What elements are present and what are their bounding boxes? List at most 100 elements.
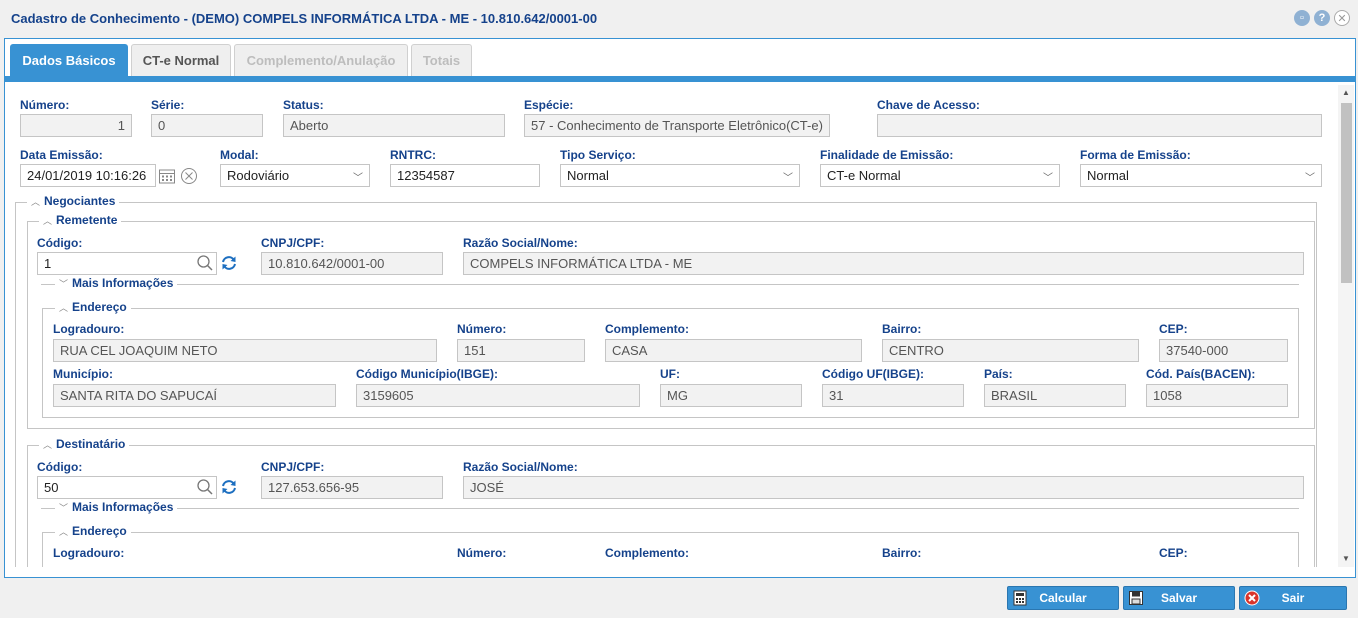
modal-select[interactable]: Rodoviário ﹀ [220,164,370,187]
salvar-button[interactable]: Salvar [1123,586,1235,610]
remetente-endereco-legend[interactable]: ︿ Endereço [55,300,131,314]
destinatario-logradouro-label: Logradouro: [53,546,125,560]
modal-value: Rodoviário [227,168,290,183]
especie-field[interactable]: 57 - Conhecimento de Transporte Eletrôni… [524,114,830,137]
destinatario-cnpj-field[interactable]: 127.653.656-95 [261,476,443,499]
destinatario-codigo-field[interactable]: 50 [37,476,217,499]
calendar-icon[interactable] [157,166,177,186]
window-controls: ▫ ? ✕ [1294,10,1350,26]
especie-label: Espécie: [524,98,574,112]
cod-pais-field[interactable]: 1058 [1146,384,1288,407]
form-content: Número: 1 Série: 0 Status: Aberto Espéci… [5,82,1327,567]
destinatario-legend[interactable]: ︿ Destinatário [39,437,130,451]
data-emissao-field[interactable]: 24/01/2019 10:16:26 [20,164,156,187]
bairro-label: Bairro: [882,322,922,336]
chevron-down-icon: ﹀ [59,502,69,513]
cep-field[interactable]: 37540-000 [1159,339,1288,362]
endereco-numero-field[interactable]: 151 [457,339,585,362]
remetente-legend[interactable]: ︿ Remetente [39,213,122,227]
forma-emissao-select[interactable]: Normal ﹀ [1080,164,1322,187]
data-emissao-label: Data Emissão: [20,148,103,162]
cep-label: CEP: [1159,322,1188,336]
finalidade-emissao-value: CT-e Normal [827,168,901,183]
remetente-codigo-field[interactable]: 1 [37,252,217,275]
tab-cte-normal[interactable]: CT-e Normal [131,44,231,76]
chave-acesso-label: Chave de Acesso: [877,98,980,112]
numero-field[interactable]: 1 [20,114,132,137]
mais-info-divider [41,284,1299,285]
destinatario-endereco-legend[interactable]: ︿ Endereço [55,524,131,538]
numero-label: Número: [20,98,70,112]
tipo-servico-select[interactable]: Normal ﹀ [560,164,800,187]
remetente-cnpj-field[interactable]: 10.810.642/0001-00 [261,252,443,275]
search-icon[interactable] [195,477,215,497]
tab-dados-basicos[interactable]: Dados Básicos [10,44,128,76]
remetente-codigo-label: Código: [37,236,83,250]
remetente-razao-label: Razão Social/Nome: [463,236,578,250]
scroll-down-icon[interactable]: ▼ [1341,554,1351,564]
endereco-numero-label: Número: [457,322,507,336]
scroll-up-icon[interactable]: ▲ [1341,88,1351,98]
destinatario-bairro-label: Bairro: [882,546,922,560]
refresh-icon[interactable] [219,253,239,273]
forma-emissao-value: Normal [1087,168,1129,183]
search-icon[interactable] [195,253,215,273]
calculator-icon [1012,590,1028,606]
chevron-down-icon: ﹀ [783,173,793,184]
title-bar: Cadastro de Conhecimento - (DEMO) COMPEL… [0,0,1358,36]
uf-field[interactable]: MG [660,384,802,407]
chevron-down-icon: ﹀ [1043,173,1053,184]
modal-label: Modal: [220,148,259,162]
save-icon [1128,590,1144,606]
chevron-up-icon: ︿ [43,215,53,226]
pais-field[interactable]: BRASIL [984,384,1126,407]
remetente-cnpj-label: CNPJ/CPF: [261,236,325,250]
destinatario-mais-info-legend[interactable]: ﹀ Mais Informações [55,500,178,514]
chevron-up-icon: ︿ [31,196,41,207]
chevron-down-icon: ﹀ [1305,173,1315,184]
destinatario-codigo-label: Código: [37,460,83,474]
chave-acesso-field[interactable] [877,114,1322,137]
finalidade-emissao-select[interactable]: CT-e Normal ﹀ [820,164,1060,187]
municipio-label: Município: [53,367,113,381]
remetente-razao-field[interactable]: COMPELS INFORMÁTICA LTDA - ME [463,252,1304,275]
status-field[interactable]: Aberto [283,114,505,137]
remetente-mais-info-legend[interactable]: ﹀ Mais Informações [55,276,178,290]
serie-field[interactable]: 0 [151,114,263,137]
cod-municipio-label: Código Município(IBGE): [356,367,498,381]
mais-info-divider [41,508,1299,509]
destinatario-razao-field[interactable]: JOSÉ [463,476,1304,499]
refresh-icon[interactable] [219,477,239,497]
serie-label: Série: [151,98,185,112]
forma-emissao-label: Forma de Emissão: [1080,148,1191,162]
pais-label: País: [984,367,1013,381]
tab-complemento-anulacao[interactable]: Complemento/Anulação [234,44,408,76]
main-panel: Dados Básicos CT-e Normal Complemento/An… [4,38,1356,578]
destinatario-cnpj-label: CNPJ/CPF: [261,460,325,474]
destinatario-razao-label: Razão Social/Nome: [463,460,578,474]
cod-pais-label: Cód. País(BACEN): [1146,367,1256,381]
cod-uf-label: Código UF(IBGE): [822,367,924,381]
cod-municipio-field[interactable]: 3159605 [356,384,640,407]
exit-icon [1244,590,1260,606]
chevron-up-icon: ︿ [59,526,69,537]
scroll-thumb[interactable] [1341,103,1352,283]
close-icon[interactable]: ✕ [1334,10,1350,26]
cod-uf-field[interactable]: 31 [822,384,964,407]
negociantes-legend[interactable]: ︿ Negociantes [27,194,120,208]
restore-icon[interactable]: ▫ [1294,10,1310,26]
bairro-field[interactable]: CENTRO [882,339,1139,362]
complemento-field[interactable]: CASA [605,339,862,362]
help-icon[interactable]: ? [1314,10,1330,26]
tipo-servico-value: Normal [567,168,609,183]
clear-icon[interactable] [179,166,199,186]
calcular-button[interactable]: Calcular [1007,586,1119,610]
logradouro-field[interactable]: RUA CEL JOAQUIM NETO [53,339,437,362]
vertical-scrollbar[interactable]: ▲ ▼ [1338,85,1354,567]
rntrc-field[interactable]: 12354587 [390,164,540,187]
sair-button[interactable]: Sair [1239,586,1347,610]
tab-totais[interactable]: Totais [411,44,472,76]
chevron-up-icon: ︿ [59,302,69,313]
municipio-field[interactable]: SANTA RITA DO SAPUCAÍ [53,384,336,407]
chevron-down-icon: ﹀ [353,173,363,184]
